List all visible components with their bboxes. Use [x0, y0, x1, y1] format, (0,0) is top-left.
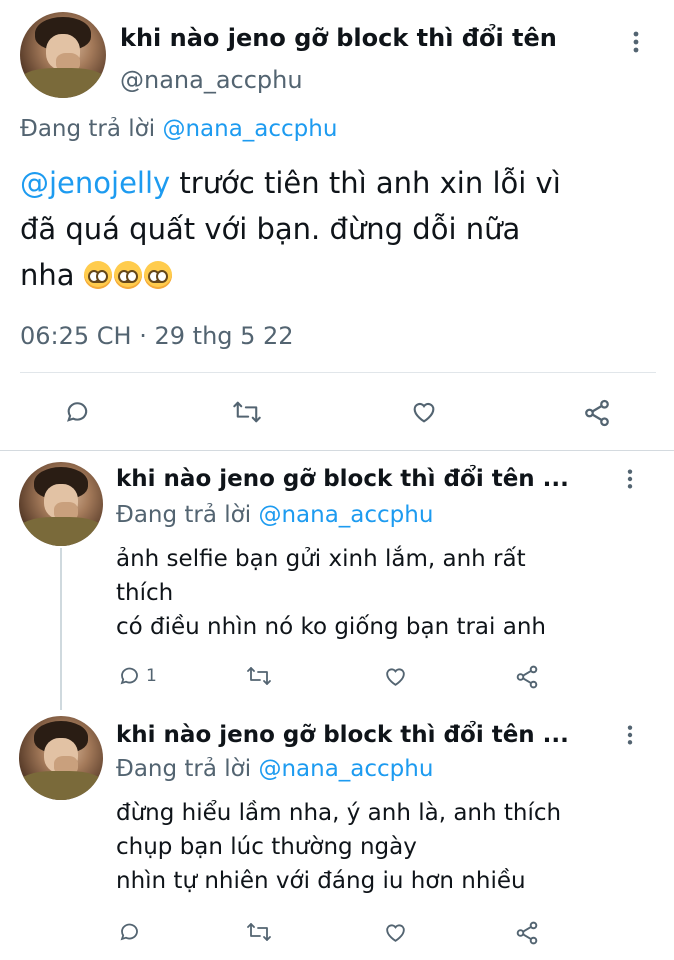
replying-prefix: Đang trả lời — [20, 116, 156, 142]
like-button[interactable] — [383, 920, 408, 945]
reply-button[interactable]: 1 — [118, 664, 157, 688]
reply-icon — [120, 667, 138, 685]
share-button[interactable] — [514, 920, 540, 946]
share-icon — [585, 399, 609, 427]
share-icon — [516, 921, 538, 945]
tweet-timestamp[interactable]: 06:25 CH · 29 thg 5 22 — [20, 322, 294, 350]
more-vertical-icon[interactable] — [626, 468, 634, 495]
tweet-mention[interactable]: @jenojelly — [20, 166, 170, 200]
replying-prefix: Đang trả lời — [116, 756, 252, 782]
retweet-icon — [247, 667, 271, 685]
retweet-icon — [233, 401, 261, 423]
replying-to: Đang trả lời @nana_accphu — [116, 756, 433, 782]
tweet-text: đừng hiểu lầm nha, ý anh là, anh thích c… — [116, 800, 562, 894]
display-name[interactable]: khi nào jeno gỡ block thì đổi tên ... — [116, 466, 569, 492]
replying-to-mention[interactable]: @nana_accphu — [258, 756, 433, 782]
retweet-button[interactable] — [232, 398, 262, 426]
reply-count: 1 — [146, 666, 157, 686]
heart-icon — [386, 924, 405, 942]
reply-button[interactable] — [118, 920, 142, 944]
retweet-button[interactable] — [246, 664, 272, 688]
reply-icon — [120, 923, 138, 941]
like-button[interactable] — [410, 398, 438, 426]
more-vertical-icon[interactable] — [626, 724, 634, 751]
replying-to-mention[interactable]: @nana_accphu — [258, 502, 433, 528]
heart-icon — [386, 668, 405, 686]
retweet-button[interactable] — [246, 920, 272, 944]
share-icon — [516, 665, 538, 689]
divider — [0, 450, 674, 451]
share-button[interactable] — [582, 398, 612, 428]
pleading-face-emoji — [143, 261, 172, 289]
avatar[interactable] — [19, 462, 103, 546]
pleading-face-emoji — [113, 261, 142, 289]
user-handle[interactable]: @nana_accphu — [120, 66, 303, 94]
replying-to-mention[interactable]: @nana_accphu — [162, 116, 337, 142]
heart-icon — [413, 402, 435, 423]
share-button[interactable] — [514, 664, 540, 690]
avatar[interactable] — [20, 12, 106, 98]
reply-button[interactable] — [64, 398, 92, 426]
more-vertical-icon[interactable] — [632, 30, 640, 59]
avatar[interactable] — [19, 716, 103, 800]
display-name[interactable]: khi nào jeno gỡ block thì đổi tên ... — [116, 722, 569, 748]
reply-icon — [67, 402, 88, 422]
tweet-text: ảnh selfie bạn gửi xinh lắm, anh rất thí… — [116, 546, 546, 640]
replying-prefix: Đang trả lời — [116, 502, 252, 528]
divider — [20, 372, 656, 373]
tweet-text: @jenojelly trước tiên thì anh xin lỗi vì… — [20, 160, 660, 298]
replying-to: Đang trả lời @nana_accphu — [116, 502, 433, 528]
replying-to: Đang trả lời @nana_accphu — [20, 116, 337, 142]
thread-line — [60, 548, 62, 710]
display-name[interactable]: khi nào jeno gỡ block thì đổi tên — [120, 24, 557, 52]
pleading-face-emoji — [83, 261, 112, 289]
like-button[interactable] — [383, 664, 408, 689]
retweet-icon — [247, 923, 271, 941]
